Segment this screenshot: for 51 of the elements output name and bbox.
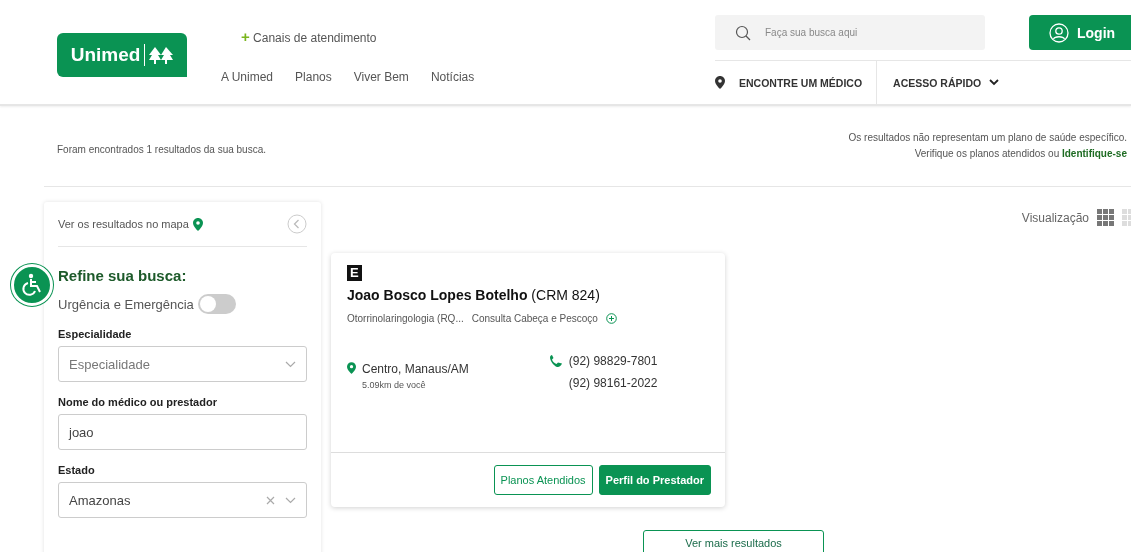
user-icon [1049,22,1069,43]
field-label: Especialidade [58,328,133,340]
doctor-name-field[interactable]: joao [58,414,307,450]
chevron-down-icon [285,360,296,368]
quick-access-menu[interactable]: ACESSO RÁPIDO [877,61,1022,104]
phone-number: (92) 98161-2022 [568,376,658,390]
chevron-down-icon [989,79,1000,86]
select-field[interactable]: Especialidade [58,346,307,382]
logo-text: Unimed [70,44,146,66]
map-results-link[interactable]: Ver os resultados no mapa [58,217,203,231]
service-channels-link[interactable]: + Canais de atendimento [241,28,581,45]
field-label: Nome do médico ou prestador [58,396,218,408]
notice-text: Verifique os planos atendidos ou [914,148,1060,159]
phone-number: (92) 98829-7801 [568,354,658,368]
view-label: Visualização [1021,210,1089,225]
nav-link[interactable]: Planos [295,70,332,84]
find-doctor-link[interactable]: ENCONTRE UM MÉDICO [715,61,878,104]
more-results-button[interactable]: Ver mais resultados [643,530,824,552]
urgency-label: Urgência e Emergência [58,296,194,312]
chevron-down-icon [285,496,296,504]
specialty-text: Consulta Cabeça e Pescoço [471,313,598,324]
accessibility-button[interactable] [11,264,53,306]
location-text: Centro, Manaus/AM [362,362,469,376]
nav-link[interactable]: Notícias [430,70,475,84]
location-pin-icon [347,362,356,374]
nav-link[interactable]: Viver Bem [353,70,409,84]
unimed-logo[interactable]: Unimed [57,33,187,77]
plans-button[interactable]: Planos Atendidos [493,465,593,495]
field-label: Estado [58,464,96,476]
distance-text: 5.09km de você [362,380,427,390]
category-badge: E [347,265,362,281]
trees-icon [149,46,174,64]
location-pin-icon [715,76,725,89]
login-button[interactable]: Login [1029,15,1131,50]
clear-icon[interactable] [266,495,275,505]
identify-link[interactable]: Identifique-se [1062,148,1127,159]
collapse-button[interactable] [287,214,307,234]
location-pin-icon [192,217,203,231]
nav-link[interactable]: A Unimed [221,70,274,84]
doctor-name: Joao Bosco Lopes Botelho (CRM 824) [347,287,600,303]
notice-text: Os resultados não representam um plano de saúde específico. [848,131,1127,145]
search-icon [735,24,751,41]
grid-view-icon[interactable] [1097,209,1114,226]
phone-icon [548,354,563,368]
select-field[interactable]: Amazonas [58,482,307,518]
profile-button[interactable]: Perfil do Prestador [598,465,711,495]
urgency-toggle[interactable] [197,294,236,314]
filter-heading: Refine sua busca: [58,267,188,284]
plus-circle-icon[interactable] [605,313,617,324]
specialty-text: Otorrinolaringologia (RQ... [347,313,464,324]
results-count-text: Foram encontrados 1 resultados da sua busca. [57,144,266,157]
